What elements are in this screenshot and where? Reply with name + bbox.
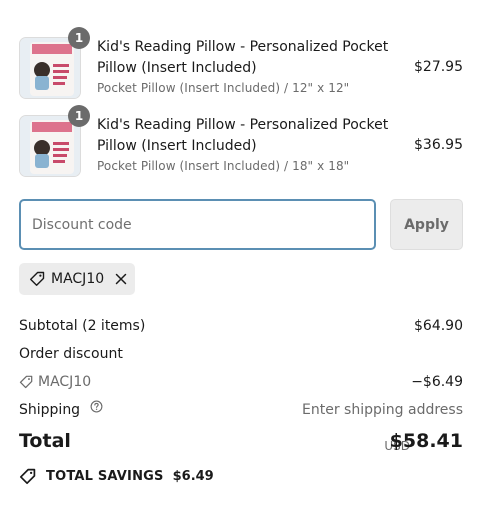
savings-value: $6.49: [172, 469, 214, 484]
tag-icon: [29, 271, 45, 287]
product-thumbnail-wrap: 1: [19, 105, 90, 177]
total-savings: TOTAL SAVINGS $6.49: [19, 468, 214, 485]
applied-discount-code: MACJ10: [51, 271, 105, 287]
savings-label: TOTAL SAVINGS: [46, 469, 164, 484]
total-value: $58.41: [389, 430, 463, 452]
quantity-badge: 1: [68, 105, 90, 127]
discount-code-line: MACJ10: [19, 372, 91, 392]
apply-discount-button[interactable]: Apply: [390, 199, 463, 250]
subtotal-label: Subtotal (2 items): [19, 318, 146, 334]
shipping-line: Shipping: [19, 400, 103, 420]
discount-code-input[interactable]: [19, 199, 376, 250]
subtotal-row: Subtotal (2 items) $64.90: [19, 316, 463, 336]
order-discount-label: Order discount: [19, 346, 123, 362]
tag-icon: [19, 468, 36, 485]
applied-discount-chip: MACJ10: [19, 263, 135, 295]
shipping-value: Enter shipping address: [302, 402, 463, 418]
total-label: Total: [19, 430, 71, 452]
item-title: Kid's Reading Pillow - Personalized Pock…: [97, 117, 389, 154]
quantity-badge: 1: [68, 27, 90, 49]
subtotal-value: $64.90: [414, 318, 463, 334]
discount-value: −$6.49: [411, 374, 463, 390]
item-price: $36.95: [414, 137, 463, 153]
product-thumbnail-wrap: 1: [19, 27, 90, 99]
item-variant: Pocket Pillow (Insert Included) / 18" x …: [97, 159, 350, 173]
tag-icon: [19, 375, 33, 389]
item-title: Kid's Reading Pillow - Personalized Pock…: [97, 39, 389, 76]
shipping-row: Shipping Enter shipping address: [19, 400, 463, 420]
item-variant: Pocket Pillow (Insert Included) / 12" x …: [97, 81, 350, 95]
shipping-label: Shipping: [19, 402, 81, 418]
discount-code-text: MACJ10: [38, 374, 92, 390]
order-discount-row: Order discount: [19, 344, 463, 364]
discount-code-row: MACJ10 −$6.49: [19, 372, 463, 392]
question-circle-icon[interactable]: [90, 399, 103, 419]
close-icon[interactable]: [113, 271, 129, 287]
item-price: $27.95: [414, 59, 463, 75]
